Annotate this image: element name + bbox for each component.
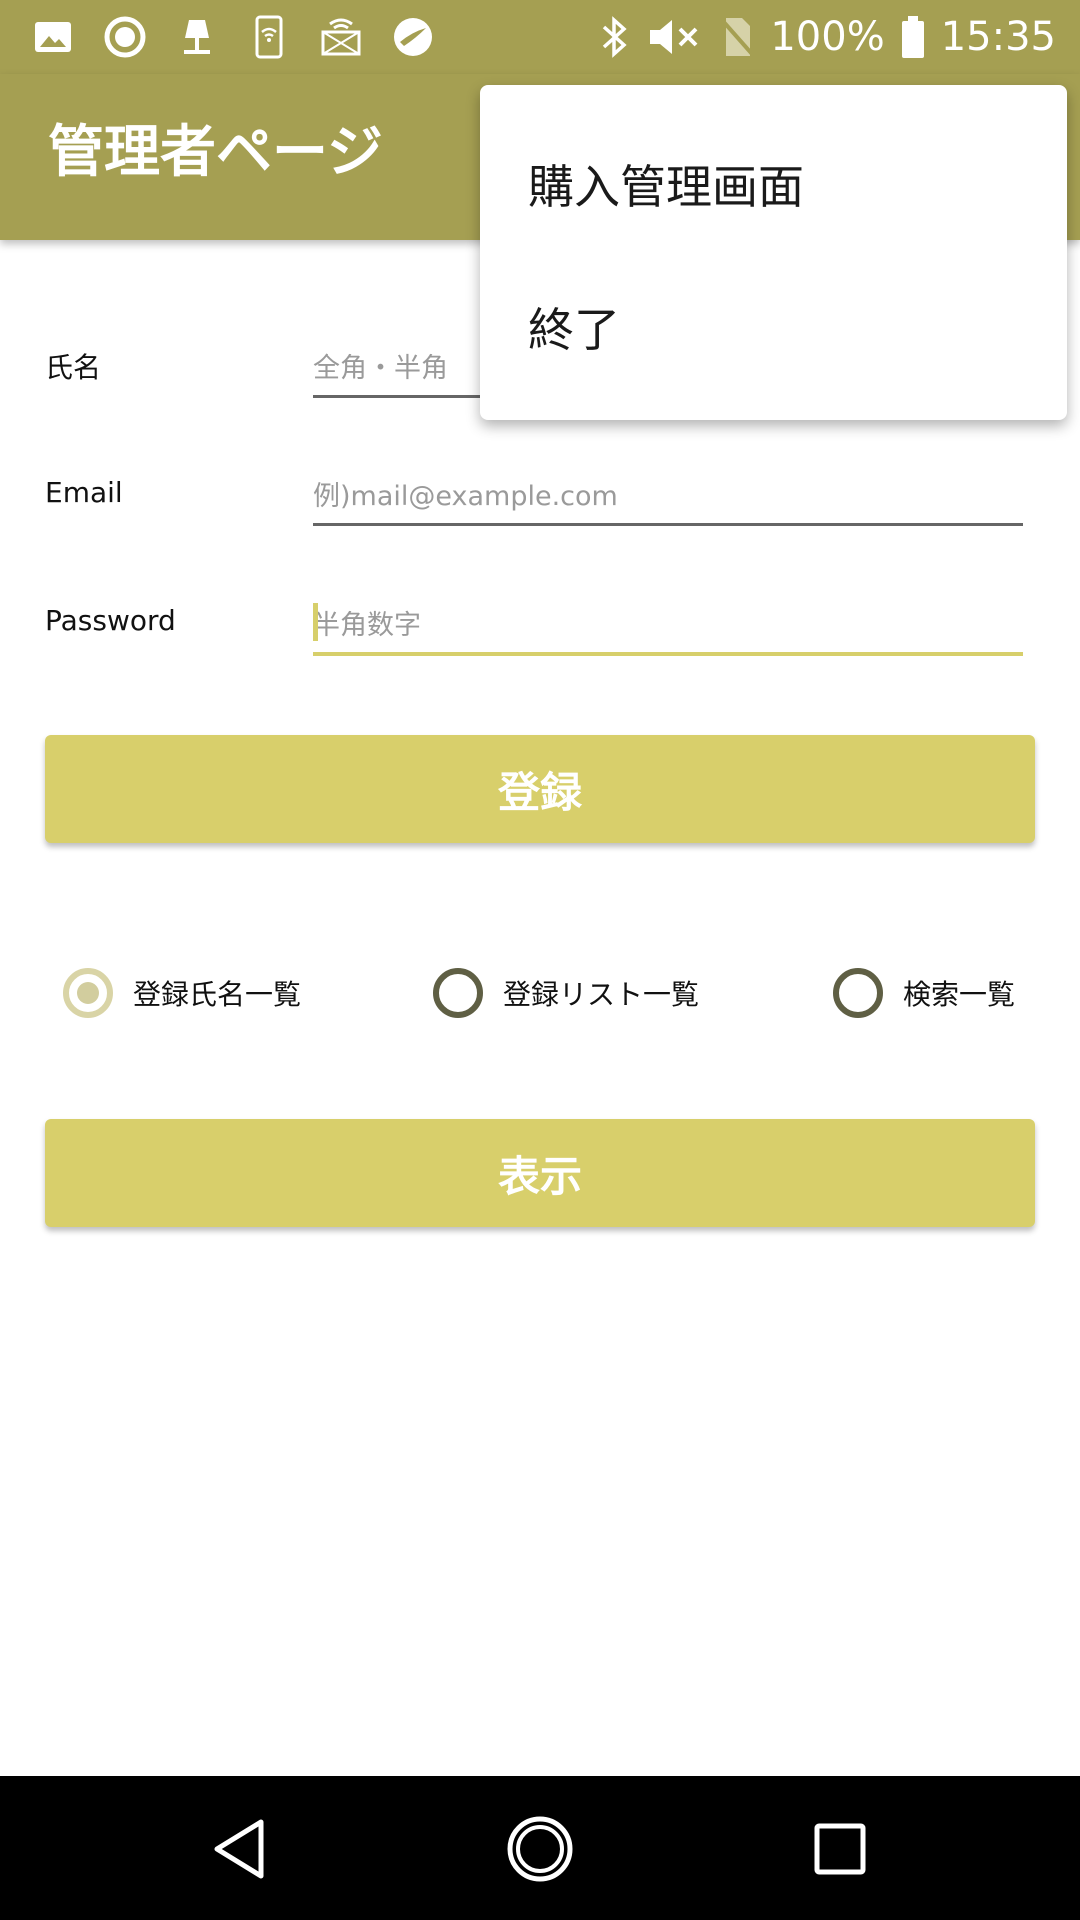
- menu-item-exit[interactable]: 終了: [528, 294, 620, 360]
- radio-label: 登録リスト一覧: [503, 978, 700, 1011]
- overflow-menu: 購入管理画面 終了: [480, 85, 1067, 420]
- bluetooth-icon: [603, 16, 627, 58]
- radio-unchecked-icon: [433, 968, 483, 1018]
- text-cursor: [313, 603, 318, 641]
- back-icon[interactable]: [205, 1814, 275, 1884]
- home-icon[interactable]: [505, 1814, 575, 1884]
- radio-unchecked-icon: [833, 968, 883, 1018]
- password-label: Password: [45, 604, 176, 637]
- name-label: 氏名: [45, 351, 102, 384]
- email-input[interactable]: [313, 469, 1023, 526]
- lamp-icon: [184, 20, 210, 54]
- radio-label: 検索一覧: [903, 978, 1016, 1011]
- no-sim-icon: [720, 18, 754, 56]
- battery-percent: 100%: [770, 14, 885, 60]
- security-app-icon: [394, 18, 432, 56]
- navigation-bar: [0, 1776, 1080, 1920]
- clock: 15:35: [940, 14, 1056, 60]
- menu-item-purchase-management[interactable]: 購入管理画面: [528, 151, 804, 217]
- router-icon: [321, 18, 361, 56]
- battery-icon: [901, 16, 924, 58]
- email-label: Email: [45, 476, 123, 509]
- display-button[interactable]: 表示: [45, 1119, 1035, 1227]
- password-input[interactable]: [313, 598, 1023, 656]
- radio-checked-icon: [63, 968, 113, 1018]
- circle-app-icon: [104, 16, 146, 58]
- recents-icon[interactable]: [805, 1814, 875, 1884]
- mute-icon: [650, 20, 698, 54]
- radio-registered-list[interactable]: 登録リスト一覧: [433, 963, 699, 1023]
- phone-wifi-icon: [255, 15, 283, 59]
- page-title: 管理者ページ: [48, 120, 383, 185]
- status-bar: 100% 15:35: [0, 0, 1080, 74]
- radio-registered-names[interactable]: 登録氏名一覧: [63, 963, 301, 1023]
- register-button[interactable]: 登録: [45, 735, 1035, 843]
- radio-search-list[interactable]: 検索一覧: [833, 963, 1015, 1023]
- status-right-group: 100% 15:35: [598, 0, 1056, 74]
- radio-label: 登録氏名一覧: [133, 978, 302, 1011]
- gallery-icon: [35, 22, 71, 52]
